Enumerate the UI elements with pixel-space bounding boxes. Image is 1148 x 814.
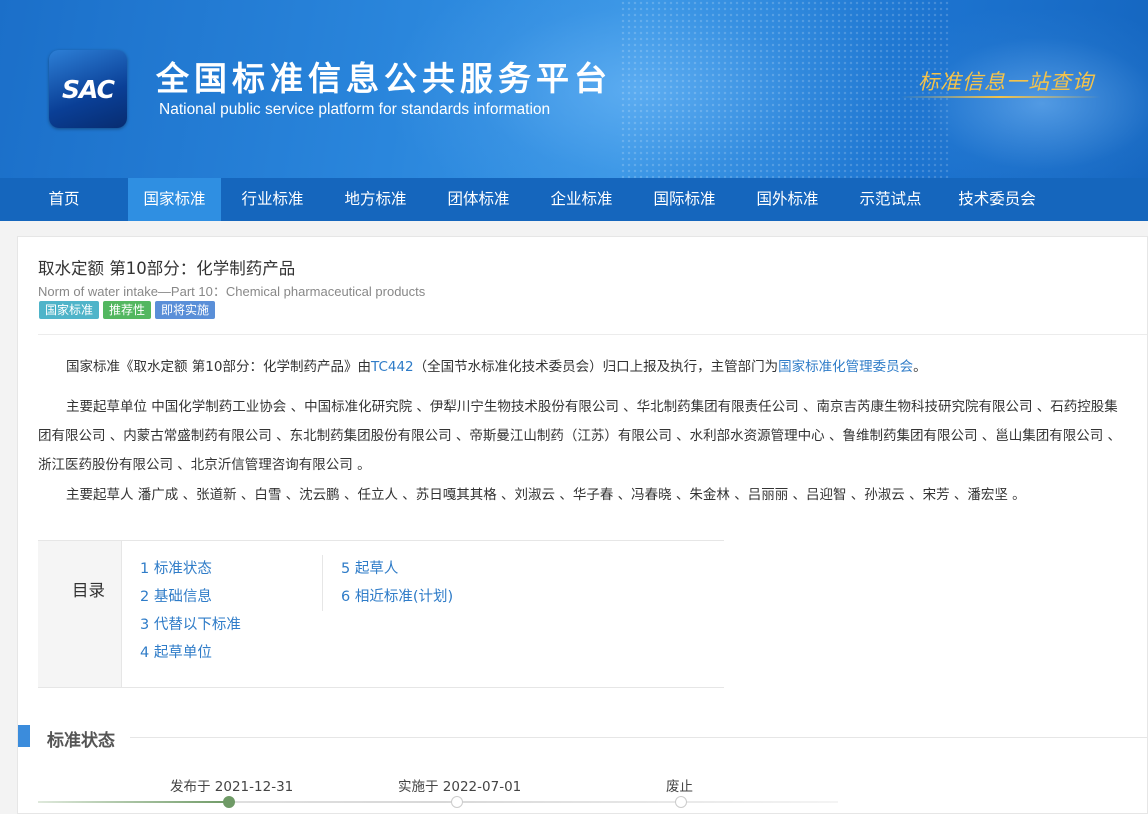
nav-national-standards[interactable]: 国家标准 xyxy=(128,178,221,221)
nav-group-standards[interactable]: 团体标准 xyxy=(427,178,530,221)
site-title: 全国标准信息公共服务平台 xyxy=(156,59,612,98)
logo-text: SAC xyxy=(62,74,115,104)
toc-link-drafting-units[interactable]: 4 起草单位 xyxy=(140,639,241,667)
toc-column-1: 1 标准状态 2 基础信息 3 代替以下标准 4 起草单位 xyxy=(140,555,241,667)
badge-upcoming: 即将实施 xyxy=(155,301,216,319)
toc-link-drafters[interactable]: 5 起草人 xyxy=(341,555,453,583)
intro-paragraph: 国家标准《取水定额 第10部分：化学制药产品》由TC442（全国节水标准化技术委… xyxy=(38,353,1128,382)
badge-recommended: 推荐性 xyxy=(103,301,152,319)
nav-technical-committees[interactable]: 技术委员会 xyxy=(942,178,1052,221)
toc-column-2: 5 起草人 6 相近标准(计划) xyxy=(322,555,453,611)
nav-pilot-demos[interactable]: 示范试点 xyxy=(839,178,942,221)
toc-link-basic-info[interactable]: 2 基础信息 xyxy=(140,583,241,611)
nav-foreign-standards[interactable]: 国外标准 xyxy=(736,178,839,221)
timeline-dot-published xyxy=(223,796,235,808)
timeline-label-implemented: 实施于 2022-07-01 xyxy=(398,779,522,795)
slogan: 标准信息一站查询 xyxy=(918,70,1094,94)
nav-home[interactable]: 首页 xyxy=(0,178,128,221)
standard-title: 取水定额 第10部分：化学制药产品 xyxy=(38,259,296,278)
nav-local-standards[interactable]: 地方标准 xyxy=(324,178,427,221)
timeline-progress xyxy=(38,801,229,803)
toc-label: 目录 xyxy=(72,581,105,600)
title-divider xyxy=(38,334,1147,335)
slogan-underline xyxy=(900,96,1100,98)
header-banner: SAC 全国标准信息公共服务平台 National public service… xyxy=(0,0,1148,178)
standard-title-en: Norm of water intake—Part 10：Chemical ph… xyxy=(38,284,426,299)
timeline-label-published: 发布于 2021-12-31 xyxy=(170,779,294,795)
table-of-contents: 目录 1 标准状态 2 基础信息 3 代替以下标准 4 起草单位 5 起草人 6… xyxy=(38,540,724,688)
intro-middle: （全国节水标准化技术委员会）归口上报及执行，主管部门为 xyxy=(413,359,779,375)
badge-national: 国家标准 xyxy=(39,301,100,319)
site-subtitle: National public service platform for sta… xyxy=(159,101,551,118)
intro-prefix: 国家标准《取水定额 第10部分：化学制药产品》由 xyxy=(66,359,371,375)
nav-enterprise-standards[interactable]: 企业标准 xyxy=(530,178,633,221)
nav-industry-standards[interactable]: 行业标准 xyxy=(221,178,324,221)
section-marker xyxy=(18,725,30,747)
toc-link-similar-standards[interactable]: 6 相近标准(计划) xyxy=(341,583,453,611)
standard-badges: 国家标准 推荐性 即将实施 xyxy=(39,301,216,319)
timeline-dot-abolished xyxy=(675,796,687,808)
section-title-status: 标准状态 xyxy=(47,731,115,751)
sac-logo[interactable]: SAC xyxy=(49,50,127,128)
authority-link[interactable]: 国家标准化管理委员会 xyxy=(778,359,913,375)
timeline-label-abolished: 废止 xyxy=(666,779,693,795)
toc-link-replaces[interactable]: 3 代替以下标准 xyxy=(140,611,241,639)
tc-link[interactable]: TC442 xyxy=(371,359,414,375)
toc-label-box: 目录 xyxy=(38,541,122,687)
toc-link-status[interactable]: 1 标准状态 xyxy=(140,555,241,583)
drafting-units-paragraph: 主要起草单位 中国化学制药工业协会 、中国标准化研究院 、伊犁川宁生物技术股份有… xyxy=(38,399,1122,473)
intro-suffix: 。 xyxy=(913,359,927,375)
main-nav: 首页 国家标准 行业标准 地方标准 团体标准 企业标准 国际标准 国外标准 示范… xyxy=(0,178,1148,221)
timeline-dot-implemented xyxy=(451,796,463,808)
drafters-paragraph: 主要起草人 潘广成 、张道新 、白雪 、沈云鹏 、任立人 、苏日嘎其其格 、刘淑… xyxy=(66,487,1026,503)
section-divider xyxy=(130,737,1147,738)
standard-detail-card: 取水定额 第10部分：化学制药产品 Norm of water intake—P… xyxy=(17,236,1148,814)
nav-international-standards[interactable]: 国际标准 xyxy=(633,178,736,221)
